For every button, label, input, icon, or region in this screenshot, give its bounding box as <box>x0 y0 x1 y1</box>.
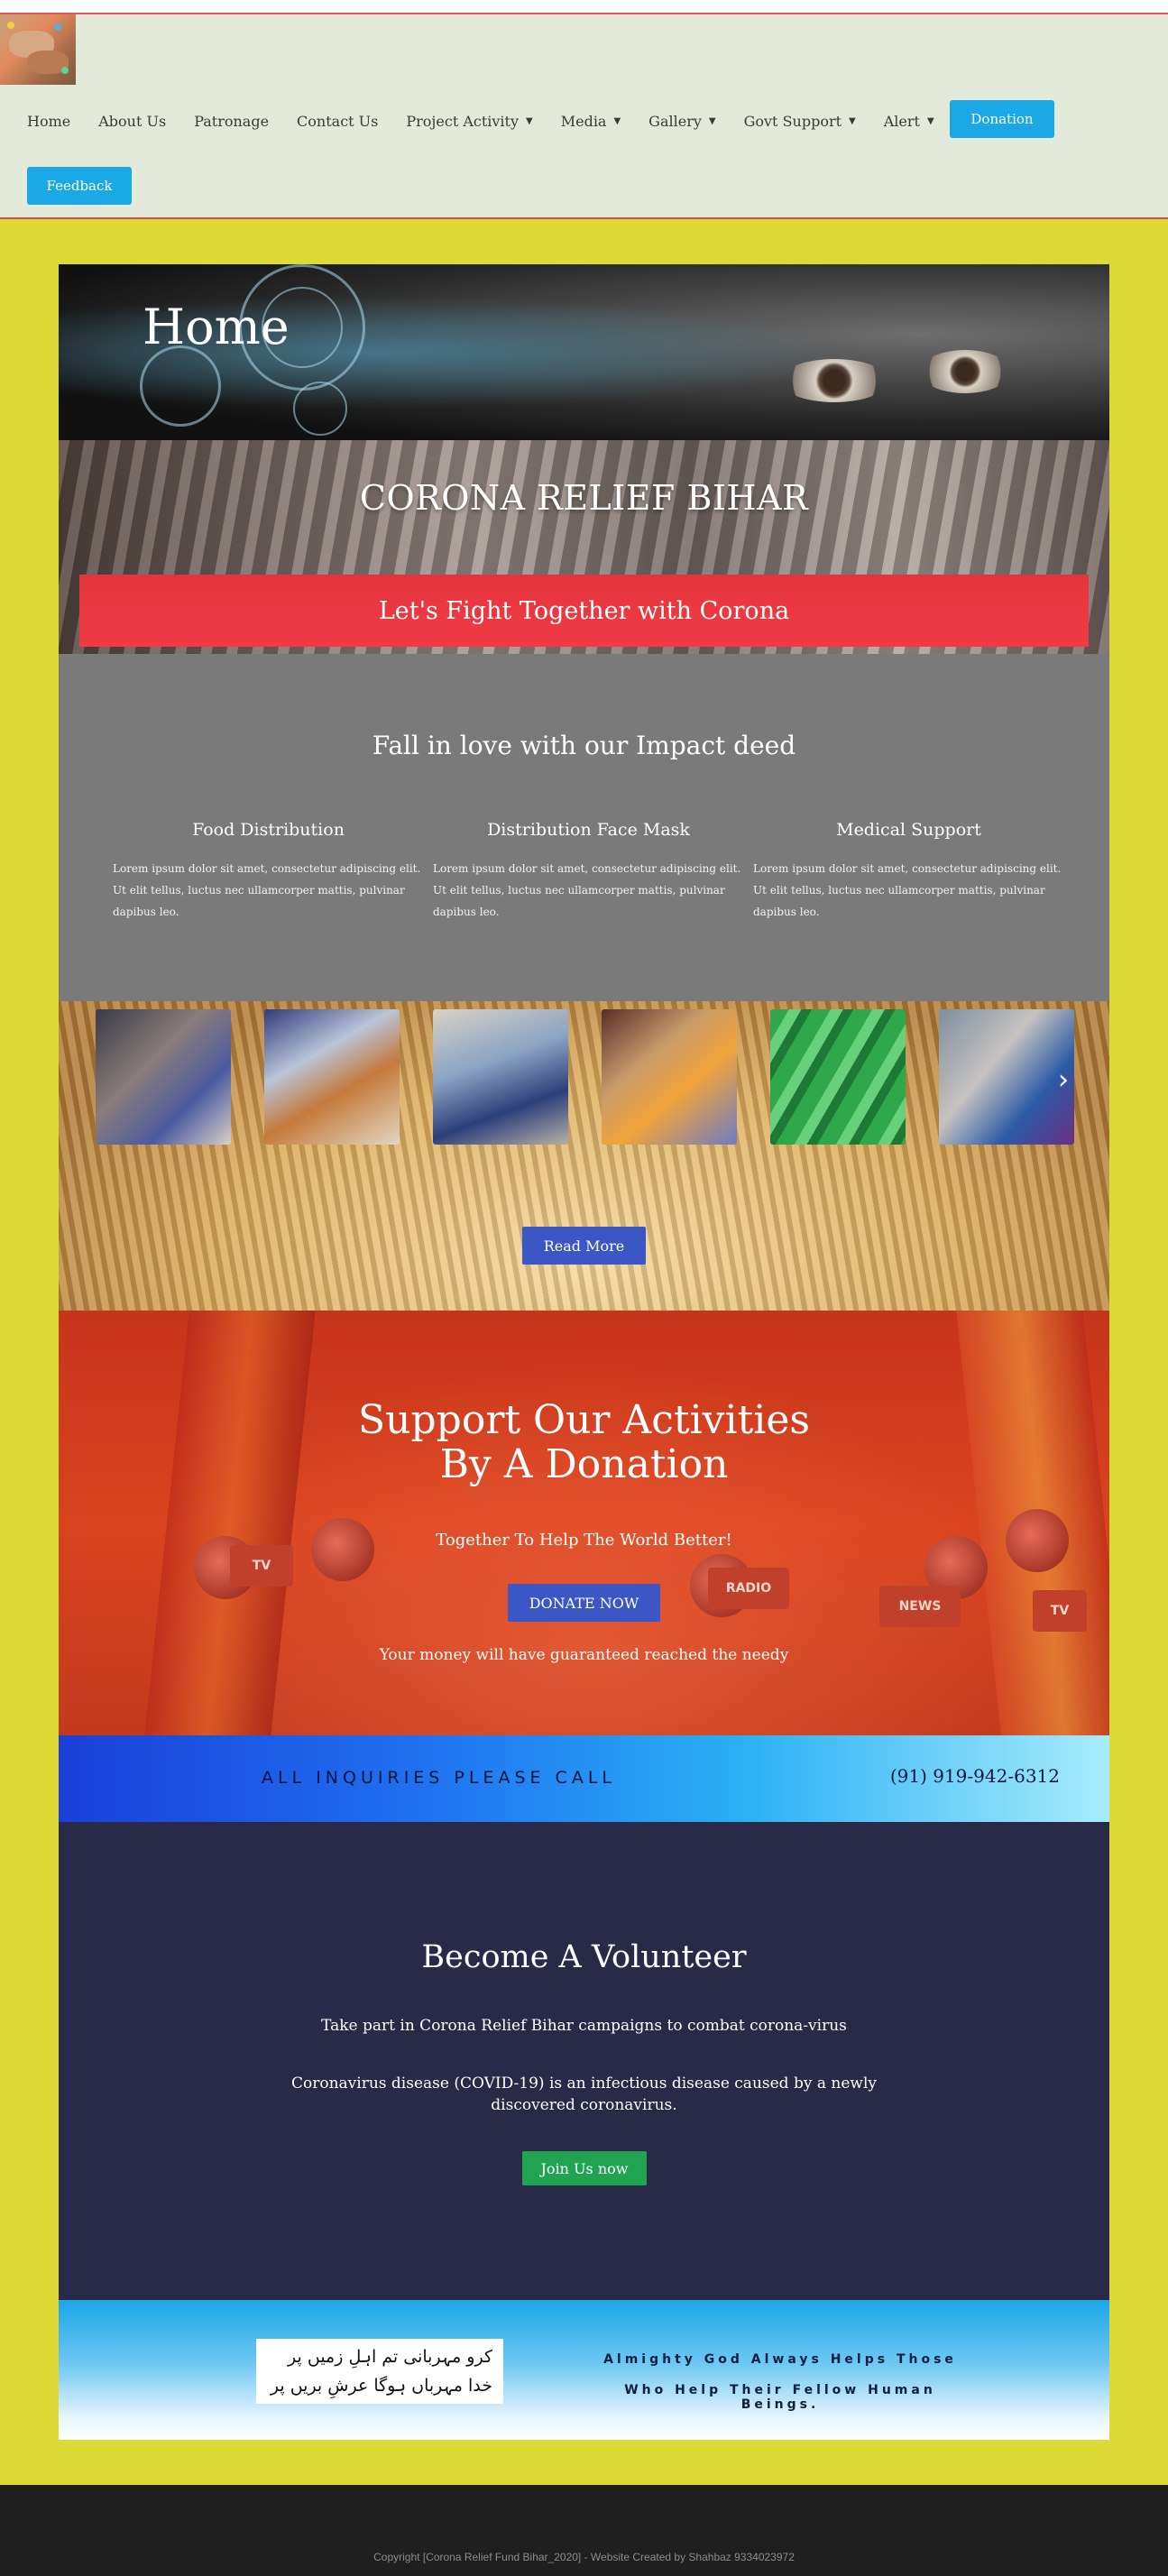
volunteer-section: Become A Volunteer Take part in Corona R… <box>59 1822 1109 2300</box>
impact-section: Fall in love with our Impact deed Food D… <box>59 654 1109 1001</box>
donation-subtitle: Together To Help The World Better! <box>436 1531 732 1550</box>
volunteer-text: Coronavirus disease (COVID-19) is an inf… <box>290 2075 877 2114</box>
mic-label: TV <box>1033 1590 1087 1632</box>
site-logo[interactable] <box>0 14 76 85</box>
nav-item-patronage[interactable]: Patronage <box>194 113 269 130</box>
donation-note: Your money will have guaranteed reached … <box>379 1646 789 1664</box>
page-title-banner: Home <box>59 264 1109 440</box>
gallery-photo[interactable] <box>939 1009 1074 1145</box>
gallery-carousel: › Read More <box>59 1001 1109 1311</box>
nav-item-govt-support[interactable]: Govt Support ▼ <box>744 113 856 130</box>
top-strip <box>0 0 1168 14</box>
nav-item-media[interactable]: Media ▼ <box>561 113 621 130</box>
volunteer-heading: Become A Volunteer <box>421 1939 747 1975</box>
copyright-text: Copyright [Corona Relief Fund Bihar_2020… <box>373 2551 795 2563</box>
inquiry-phone[interactable]: (91) 919-942-6312 <box>890 1765 1060 1787</box>
chevron-down-icon: ▼ <box>708 115 716 126</box>
donation-section: TV RADIO NEWS TV Support Our Activities B… <box>59 1311 1109 1735</box>
nav-item-home[interactable]: Home <box>27 113 70 130</box>
impact-column-text: Lorem ipsum dolor sit amet, consectetur … <box>753 862 1062 918</box>
gallery-photo[interactable] <box>264 1009 400 1145</box>
main-nav: Home About Us Patronage Contact Us Proje… <box>27 107 962 134</box>
impact-column-title: Distribution Face Mask <box>487 820 690 840</box>
read-more-button[interactable]: Read More <box>522 1227 646 1265</box>
impact-column: Medical Support Lorem ipsum dolor sit am… <box>753 820 1064 923</box>
gallery-photo[interactable] <box>602 1009 737 1145</box>
impact-column: Food Distribution Lorem ipsum dolor sit … <box>113 820 424 923</box>
mic-label: RADIO <box>708 1568 789 1609</box>
join-us-button[interactable]: Join Us now <box>522 2151 647 2185</box>
site-header: Home About Us Patronage Contact Us Proje… <box>0 14 1168 219</box>
donation-button[interactable]: Donation <box>950 100 1054 138</box>
volunteer-text: Take part in Corona Relief Bihar campaig… <box>321 2017 847 2035</box>
hero-tagline: Let's Fight Together with Corona <box>378 596 790 625</box>
hero-tagline-banner: Let's Fight Together with Corona <box>79 575 1089 647</box>
chevron-right-icon[interactable]: › <box>1058 1064 1069 1096</box>
hero-title: CORONA RELIEF BIHAR <box>359 478 809 518</box>
impact-column-text: Lorem ipsum dolor sit amet, consectetur … <box>433 862 741 918</box>
mic-label: NEWS <box>879 1586 961 1627</box>
urdu-couplet: کرو مہربانی تم اہلِ زمیں پر خدا مہرباں ہ… <box>256 2339 503 2404</box>
impact-column: Distribution Face Mask Lorem ipsum dolor… <box>433 820 744 923</box>
gallery-photo[interactable] <box>433 1009 568 1145</box>
hero-banner: CORONA RELIEF BIHAR Let's Fight Together… <box>59 440 1109 654</box>
mic-label: TV <box>230 1545 293 1587</box>
impact-column-text: Lorem ipsum dolor sit amet, consectetur … <box>113 862 421 918</box>
nav-item-project-activity[interactable]: Project Activity ▼ <box>406 113 532 130</box>
chevron-down-icon: ▼ <box>613 115 621 126</box>
motto-line: Who Help Their Fellow Human Beings. <box>624 2383 936 2412</box>
gallery-photo[interactable] <box>96 1009 231 1145</box>
feedback-button[interactable]: Feedback <box>27 167 132 205</box>
nav-item-alert[interactable]: Alert ▼ <box>884 113 934 130</box>
chevron-down-icon: ▼ <box>926 115 934 126</box>
donation-heading: Support Our Activities By A Donation <box>358 1397 810 1487</box>
donate-now-button[interactable]: DONATE NOW <box>508 1584 660 1622</box>
motto-line: Almighty God Always Helps Those <box>603 2352 957 2367</box>
gallery-photo[interactable] <box>770 1009 906 1145</box>
nav-item-gallery[interactable]: Gallery ▼ <box>648 113 715 130</box>
page-title: Home <box>143 299 290 355</box>
inquiry-bar: ALL INQUIRIES PLEASE CALL (91) 919-942-6… <box>59 1735 1109 1822</box>
impact-column-title: Food Distribution <box>192 820 345 840</box>
chevron-down-icon: ▼ <box>526 115 533 126</box>
inquiry-label: ALL INQUIRIES PLEASE CALL <box>262 1768 616 1788</box>
nav-item-contact-us[interactable]: Contact Us <box>297 113 378 130</box>
impact-heading: Fall in love with our Impact deed <box>372 731 796 760</box>
impact-column-title: Medical Support <box>836 820 981 840</box>
site-footer: Copyright [Corona Relief Fund Bihar_2020… <box>0 2485 1168 2576</box>
quote-band: کرو مہربانی تم اہلِ زمیں پر خدا مہرباں ہ… <box>59 2300 1109 2440</box>
nav-item-about-us[interactable]: About Us <box>98 113 166 130</box>
chevron-down-icon: ▼ <box>849 115 856 126</box>
